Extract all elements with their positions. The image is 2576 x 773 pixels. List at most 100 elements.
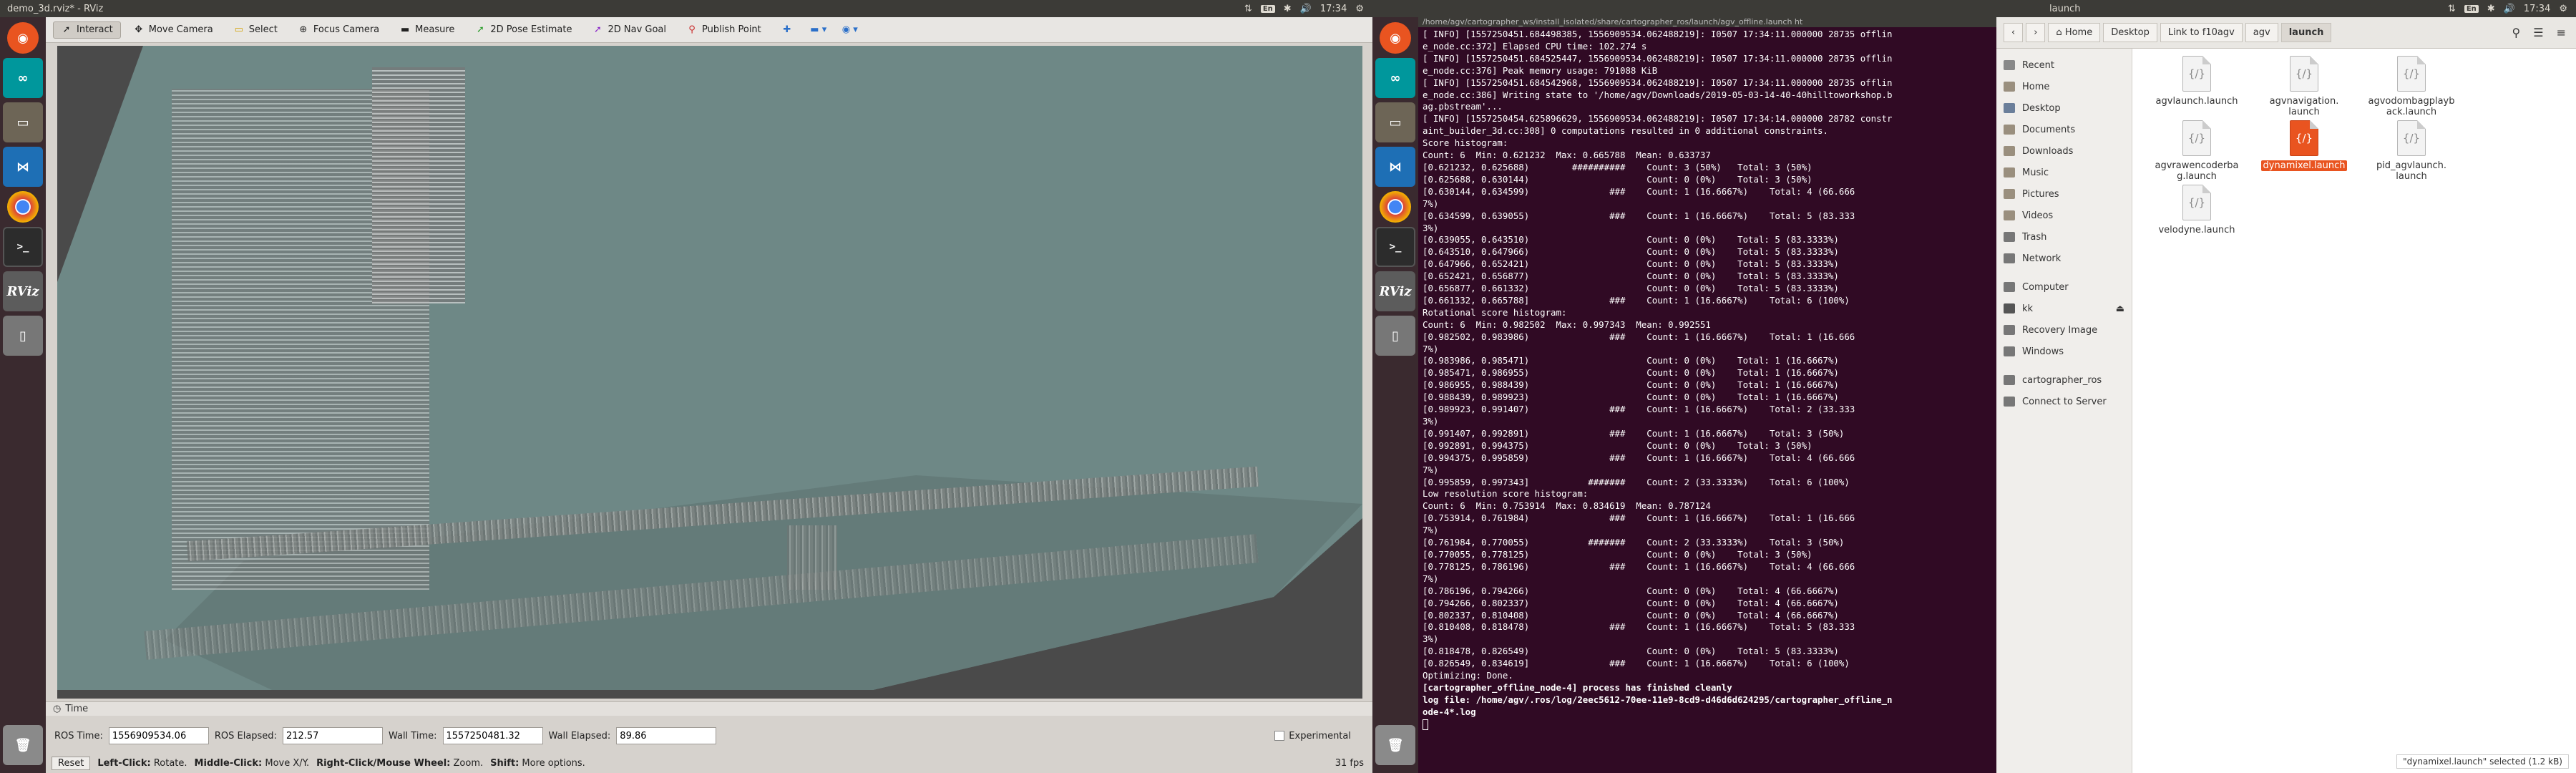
sidebar-item[interactable]: Documents — [1996, 119, 2132, 140]
sidebar-item[interactable]: Trash — [1996, 226, 2132, 248]
eject-icon[interactable]: ⏏ — [2116, 303, 2124, 314]
hint-left-key: Left-Click: — [97, 757, 151, 769]
clock[interactable]: 17:34 — [1320, 4, 1347, 14]
bluetooth-icon[interactable]: ✱ — [1284, 4, 1292, 14]
breadcrumb-link[interactable]: Link to f10agv — [2160, 23, 2243, 42]
keyboard-indicator[interactable]: En — [1260, 4, 1275, 13]
clock[interactable]: 17:34 — [2524, 4, 2550, 14]
ros-time-field[interactable] — [108, 727, 209, 744]
tool-interact[interactable]: ➚ Interact — [53, 21, 121, 39]
sidebar-item[interactable]: Desktop — [1996, 97, 2132, 119]
terminal-output-bold: [cartographer_offline_node-4] process ha… — [1423, 682, 1992, 719]
sidebar-item-label: kk — [2022, 303, 2034, 314]
tool-label: Interact — [77, 24, 113, 35]
terminal-line: 7%) — [1423, 198, 1439, 209]
terminal-prompt[interactable] — [1423, 719, 1992, 731]
network-icon[interactable]: ⇅ — [2448, 4, 2456, 14]
rviz-icon[interactable]: RViz — [1375, 271, 1415, 311]
arduino-icon[interactable]: ∞ — [3, 58, 43, 98]
network-icon[interactable]: ⇅ — [1244, 4, 1252, 14]
trash-icon[interactable]: 🗑 — [3, 725, 43, 765]
tool-label: 2D Pose Estimate — [490, 24, 572, 35]
breadcrumb-desktop[interactable]: Desktop — [2103, 23, 2157, 42]
rviz-icon[interactable]: RViz — [3, 271, 43, 311]
terminal-line: Rotational score histogram: — [1423, 306, 1567, 318]
tool-publish-point[interactable]: ⚲ Publish Point — [678, 21, 769, 39]
ubuntu-icon[interactable]: ◉ — [7, 22, 39, 54]
sidebar-item[interactable]: Downloads — [1996, 140, 2132, 162]
volume-icon[interactable]: 🔊 — [2504, 4, 2515, 14]
keyboard-indicator[interactable]: En — [2464, 4, 2479, 13]
sidebar-item[interactable]: Pictures — [1996, 183, 2132, 205]
file-item[interactable]: {/} agvlaunch.launch — [2147, 56, 2247, 107]
breadcrumb-agv[interactable]: agv — [2245, 23, 2278, 42]
file-item[interactable]: {/} dynamixel.launch — [2254, 120, 2354, 171]
bluetooth-icon[interactable]: ✱ — [2487, 4, 2495, 14]
gear-icon[interactable]: ⚙ — [2559, 4, 2567, 14]
usb-drive-icon[interactable]: ▯ — [1375, 316, 1415, 356]
wall-time-field[interactable] — [442, 727, 543, 744]
menu-icon[interactable]: ≡ — [2557, 26, 2566, 39]
vscode-icon[interactable]: ⋈ — [3, 147, 43, 187]
volume-icon[interactable]: 🔊 — [1300, 4, 1312, 14]
experimental-checkbox[interactable] — [1274, 731, 1285, 741]
clock-icon: ◷ — [53, 704, 62, 714]
sidebar-item[interactable]: Music — [1996, 162, 2132, 183]
vscode-icon[interactable]: ⋈ — [1375, 147, 1415, 187]
terminal-line: [0.639055, 0.643510) Count: 0 (0%) Total… — [1423, 234, 1839, 245]
ros-elapsed-field[interactable] — [282, 727, 383, 744]
3d-viewport[interactable] — [57, 46, 1362, 699]
experimental-toggle[interactable]: Experimental — [1274, 731, 1351, 742]
terminal-line: Optimizing: Done. — [1423, 670, 1513, 681]
file-item[interactable]: {/} pid_agvlaunch. launch — [2361, 120, 2462, 182]
sidebar-item[interactable]: Recovery Image — [1996, 319, 2132, 341]
forward-button[interactable]: › — [2026, 23, 2046, 42]
tool-focus-camera[interactable]: ⊕ Focus Camera — [290, 21, 387, 39]
chrome-icon[interactable] — [1380, 191, 1411, 223]
add-tool-button[interactable]: ✚ — [774, 21, 801, 39]
list-view-icon[interactable]: ☰ — [2533, 26, 2543, 39]
terminal-line: [0.991407, 0.992891) ### Count: 1 (16.66… — [1423, 427, 1845, 439]
search-icon[interactable]: ⚲ — [2512, 26, 2521, 39]
back-button[interactable]: ‹ — [2004, 23, 2024, 42]
trash-icon[interactable]: 🗑 — [1375, 725, 1415, 765]
file-item[interactable]: {/} agvnavigation. launch — [2254, 56, 2354, 117]
file-item[interactable]: {/} agvrawencoderba g.launch — [2147, 120, 2247, 182]
file-item[interactable]: {/} agvodombagplayb ack.launch — [2361, 56, 2462, 117]
terminal-titlebar: /home/agv/cartographer_ws/install_isolat… — [1418, 17, 1996, 27]
breadcrumb-launch[interactable]: launch — [2280, 23, 2332, 42]
usb-drive-icon[interactable]: ▯ — [3, 316, 43, 356]
files-icon[interactable]: ▭ — [1375, 102, 1415, 142]
camera-type-button[interactable]: ◉ ▾ — [836, 21, 864, 39]
terminal[interactable]: [ INFO] [1557250451.684498385, 155690953… — [1418, 17, 1996, 773]
remove-tool-button[interactable]: ▬ ▾ — [805, 21, 832, 39]
sidebar-item[interactable]: Windows — [1996, 341, 2132, 362]
tool-select[interactable]: ▭ Select — [225, 21, 286, 39]
tool-2d-nav-goal[interactable]: ➚ 2D Nav Goal — [584, 21, 674, 39]
sidebar-item[interactable]: Recent — [1996, 54, 2132, 76]
sidebar-item[interactable]: kk ⏏ — [1996, 298, 2132, 319]
tool-2d-pose-estimate[interactable]: ➚ 2D Pose Estimate — [467, 21, 580, 39]
rviz-toolbar: ➚ Interact ✥ Move Camera ▭ Select ⊕ Focus Ca… — [46, 17, 1372, 43]
terminal-icon[interactable]: >_ — [3, 227, 43, 267]
breadcrumb-home[interactable]: ⌂ Home — [2048, 23, 2101, 42]
terminal-icon[interactable]: >_ — [1375, 227, 1415, 267]
ubuntu-icon[interactable]: ◉ — [1380, 22, 1411, 54]
chrome-icon[interactable] — [7, 191, 39, 223]
files-icon[interactable]: ▭ — [3, 102, 43, 142]
tool-move-camera[interactable]: ✥ Move Camera — [125, 21, 221, 39]
sidebar-item-label: Downloads — [2022, 145, 2074, 157]
gear-icon[interactable]: ⚙ — [1355, 4, 1364, 14]
wall-elapsed-field[interactable] — [616, 727, 717, 744]
sidebar-item[interactable]: Home — [1996, 76, 2132, 97]
sidebar-item[interactable]: cartographer_ros — [1996, 369, 2132, 391]
file-icon: {/} — [2182, 185, 2211, 220]
sidebar-item[interactable]: Network — [1996, 248, 2132, 269]
tool-measure[interactable]: ▬ Measure — [391, 21, 462, 39]
reset-button[interactable]: Reset — [52, 756, 91, 770]
file-item[interactable]: {/} velodyne.launch — [2147, 185, 2247, 235]
arduino-icon[interactable]: ∞ — [1375, 58, 1415, 98]
sidebar-item[interactable]: Videos — [1996, 205, 2132, 226]
sidebar-item[interactable]: Computer — [1996, 276, 2132, 298]
sidebar-item[interactable]: Connect to Server — [1996, 391, 2132, 412]
